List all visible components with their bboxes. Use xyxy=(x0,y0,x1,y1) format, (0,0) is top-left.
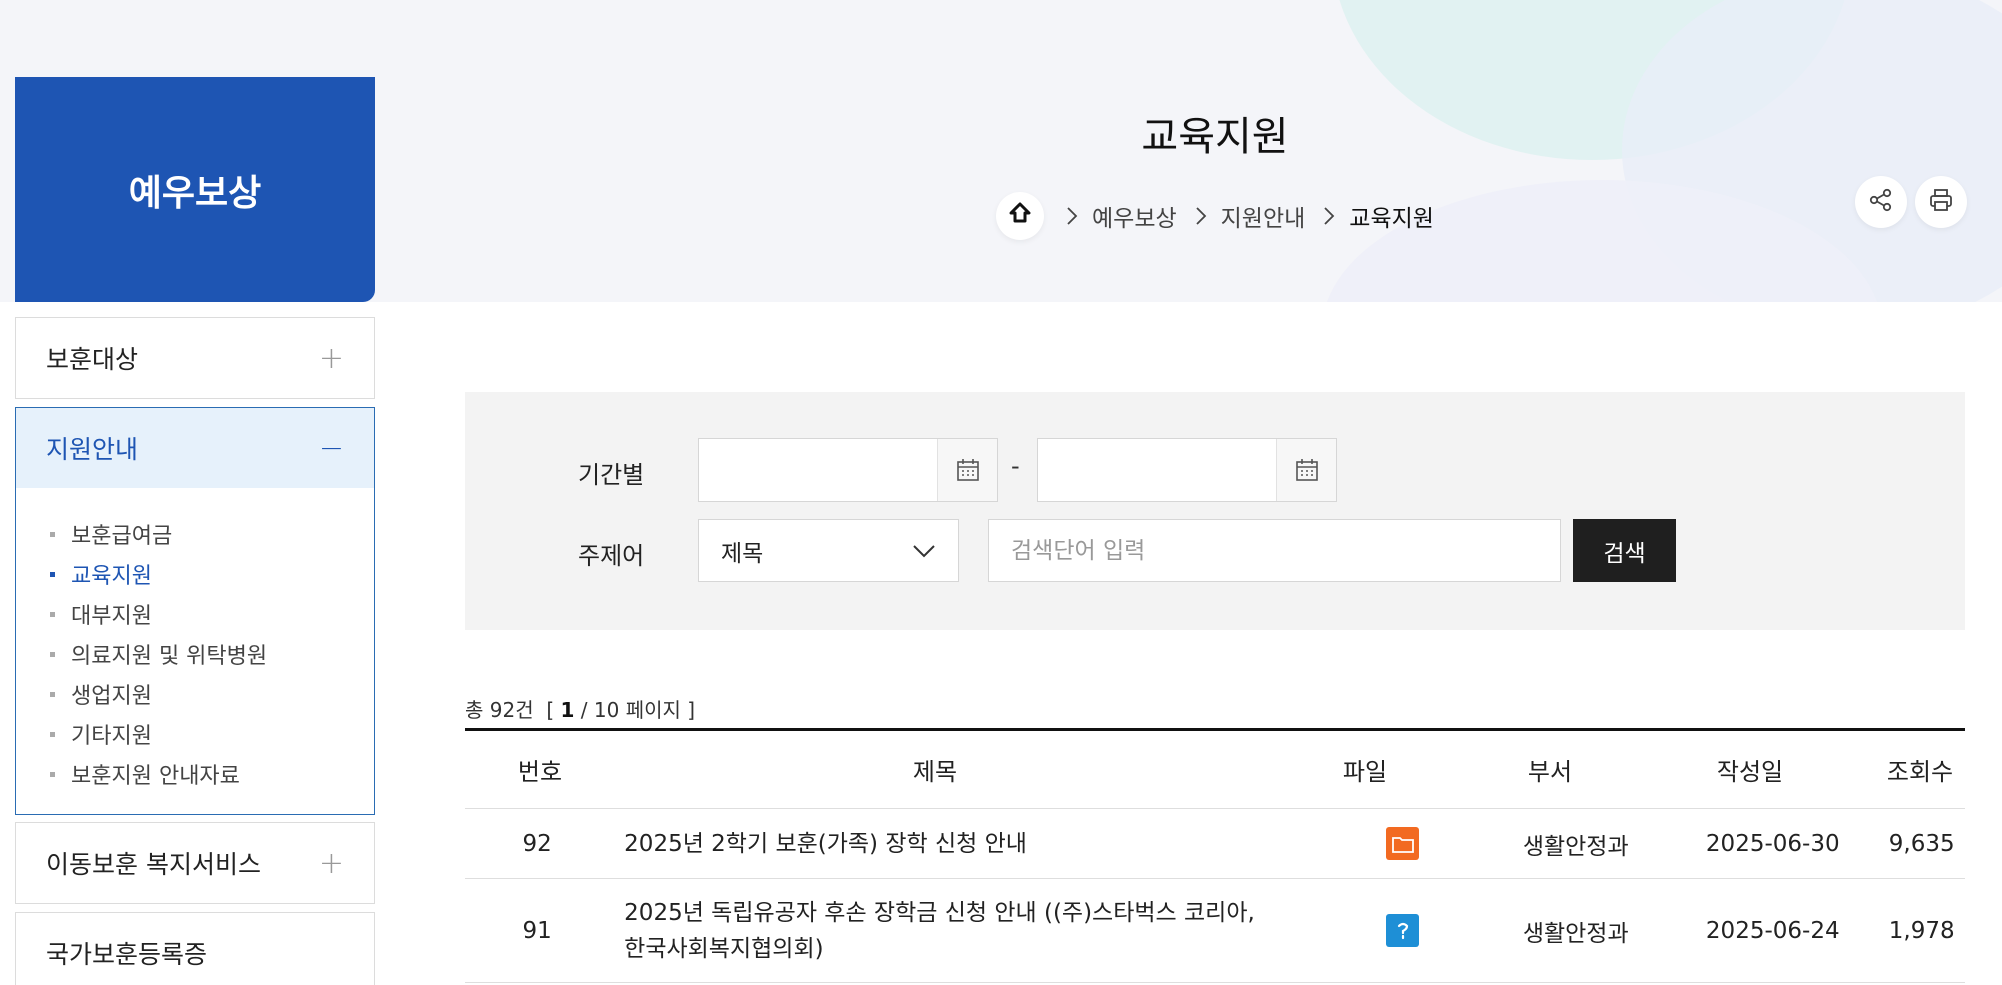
sidebar-item-registration-card[interactable]: 국가보훈등록증 xyxy=(15,912,375,985)
print-button[interactable] xyxy=(1915,176,1967,228)
column-header: 파일 xyxy=(1342,758,1388,786)
start-date-input[interactable] xyxy=(699,439,937,501)
home-button[interactable] xyxy=(996,192,1044,240)
plus-icon: + xyxy=(318,340,344,376)
board-table: 번호 제목 파일 부서 작성일 조회수 92 2025년 2학기 보훈(가족) … xyxy=(465,728,1965,983)
end-date-input[interactable] xyxy=(1038,439,1276,501)
column-header: 부서 xyxy=(1527,758,1573,786)
select-value: 제목 xyxy=(721,540,764,567)
table-row[interactable]: 91 2025년 독립유공자 후손 장학금 신청 안내 ((주)스타벅스 코리아… xyxy=(465,879,1965,983)
search-button[interactable]: 검색 xyxy=(1573,519,1676,582)
sidebar-item-label: 지원안내 xyxy=(46,435,139,464)
calendar-icon[interactable] xyxy=(937,439,997,501)
print-icon xyxy=(1928,187,1954,217)
submenu-item[interactable]: 보훈급여금 xyxy=(16,514,374,554)
share-button[interactable] xyxy=(1855,176,1907,228)
submenu-item[interactable]: 생업지원 xyxy=(16,674,374,714)
row-title-link[interactable]: 2025년 독립유공자 후손 장학금 신청 안내 ((주)스타벅스 코리아, 한… xyxy=(609,895,1321,967)
column-header: 조회수 xyxy=(1886,758,1954,786)
submenu-item[interactable]: 대부지원 xyxy=(16,594,374,634)
calendar-icon[interactable] xyxy=(1276,439,1336,501)
chevron-down-icon xyxy=(912,538,936,564)
row-date: 2025-06-30 xyxy=(1705,830,1840,857)
submenu-item[interactable]: 보훈지원 안내자료 xyxy=(16,754,374,794)
sidebar-item-support-guide[interactable]: 지원안내 − xyxy=(15,407,375,489)
breadcrumb-current: 교육지원 xyxy=(1349,206,1434,232)
column-header: 번호 xyxy=(517,758,563,786)
minus-icon: − xyxy=(318,430,344,466)
breadcrumb-item[interactable]: 예우보상 xyxy=(1086,199,1187,233)
list-summary: 총 92건 [ 1 / 10 페이지 ] xyxy=(465,698,696,722)
search-field-select[interactable]: 제목 xyxy=(698,519,959,582)
page: 교육지원 예우보상 지원안내 교육지원 예우보상 보훈대상 + 지원안내 − 보… xyxy=(0,0,2002,985)
row-department: 생활안정과 xyxy=(1522,833,1629,860)
share-icon xyxy=(1868,187,1894,217)
row-views: 1,978 xyxy=(1888,917,1955,944)
end-date-field[interactable] xyxy=(1037,438,1337,502)
row-number: 91 xyxy=(522,917,552,944)
submenu-item[interactable]: 기타지원 xyxy=(16,714,374,754)
total-count: 92건 xyxy=(489,698,534,722)
current-page: 1 xyxy=(560,698,575,722)
submenu-item[interactable]: 의료지원 및 위탁병원 xyxy=(16,634,374,674)
table-header: 번호 제목 파일 부서 작성일 조회수 xyxy=(465,731,1965,809)
row-date: 2025-06-24 xyxy=(1705,917,1840,944)
column-header: 작성일 xyxy=(1716,758,1784,786)
breadcrumb-item[interactable]: 지원안내 xyxy=(1215,199,1316,233)
plus-icon: + xyxy=(318,845,344,881)
page-title: 교육지원 xyxy=(1141,114,1289,160)
breadcrumb: 예우보상 지원안내 교육지원 xyxy=(996,190,1444,242)
start-date-field[interactable] xyxy=(698,438,998,502)
sidebar-item-mobile-welfare[interactable]: 이동보훈 복지서비스 + xyxy=(15,822,375,904)
period-label: 기간별 xyxy=(578,461,645,489)
row-number: 92 xyxy=(522,830,552,857)
submenu-item-current[interactable]: 교육지원 xyxy=(16,554,374,594)
sidebar-item-label: 국가보훈등록증 xyxy=(46,940,208,969)
chevron-right-icon xyxy=(1315,206,1343,226)
sidebar-item-label: 보훈대상 xyxy=(46,345,139,374)
sidebar-heading: 예우보상 xyxy=(15,77,375,302)
chevron-right-icon xyxy=(1058,206,1086,226)
sidebar-item-bohun-target[interactable]: 보훈대상 + xyxy=(15,317,375,399)
sidebar-submenu: 보훈급여금 교육지원 대부지원 의료지원 및 위탁병원 생업지원 기타지원 보훈… xyxy=(15,488,375,815)
folder-icon[interactable] xyxy=(1386,827,1420,860)
date-separator: - xyxy=(1011,452,1020,480)
home-icon xyxy=(1009,202,1031,230)
hwp-document-icon[interactable] xyxy=(1386,914,1420,947)
row-views: 9,635 xyxy=(1888,830,1955,857)
column-header: 제목 xyxy=(912,758,958,786)
chevron-right-icon xyxy=(1187,206,1215,226)
keyword-label: 주제어 xyxy=(578,542,645,570)
row-title-link[interactable]: 2025년 2학기 보훈(가족) 장학 신청 안내 xyxy=(609,826,1321,862)
search-input[interactable] xyxy=(988,519,1561,582)
search-panel xyxy=(465,392,1965,630)
sidebar-item-label: 이동보훈 복지서비스 xyxy=(46,850,261,879)
table-row[interactable]: 92 2025년 2학기 보훈(가족) 장학 신청 안내 생활안정과 2025-… xyxy=(465,809,1965,879)
row-department: 생활안정과 xyxy=(1522,920,1629,947)
